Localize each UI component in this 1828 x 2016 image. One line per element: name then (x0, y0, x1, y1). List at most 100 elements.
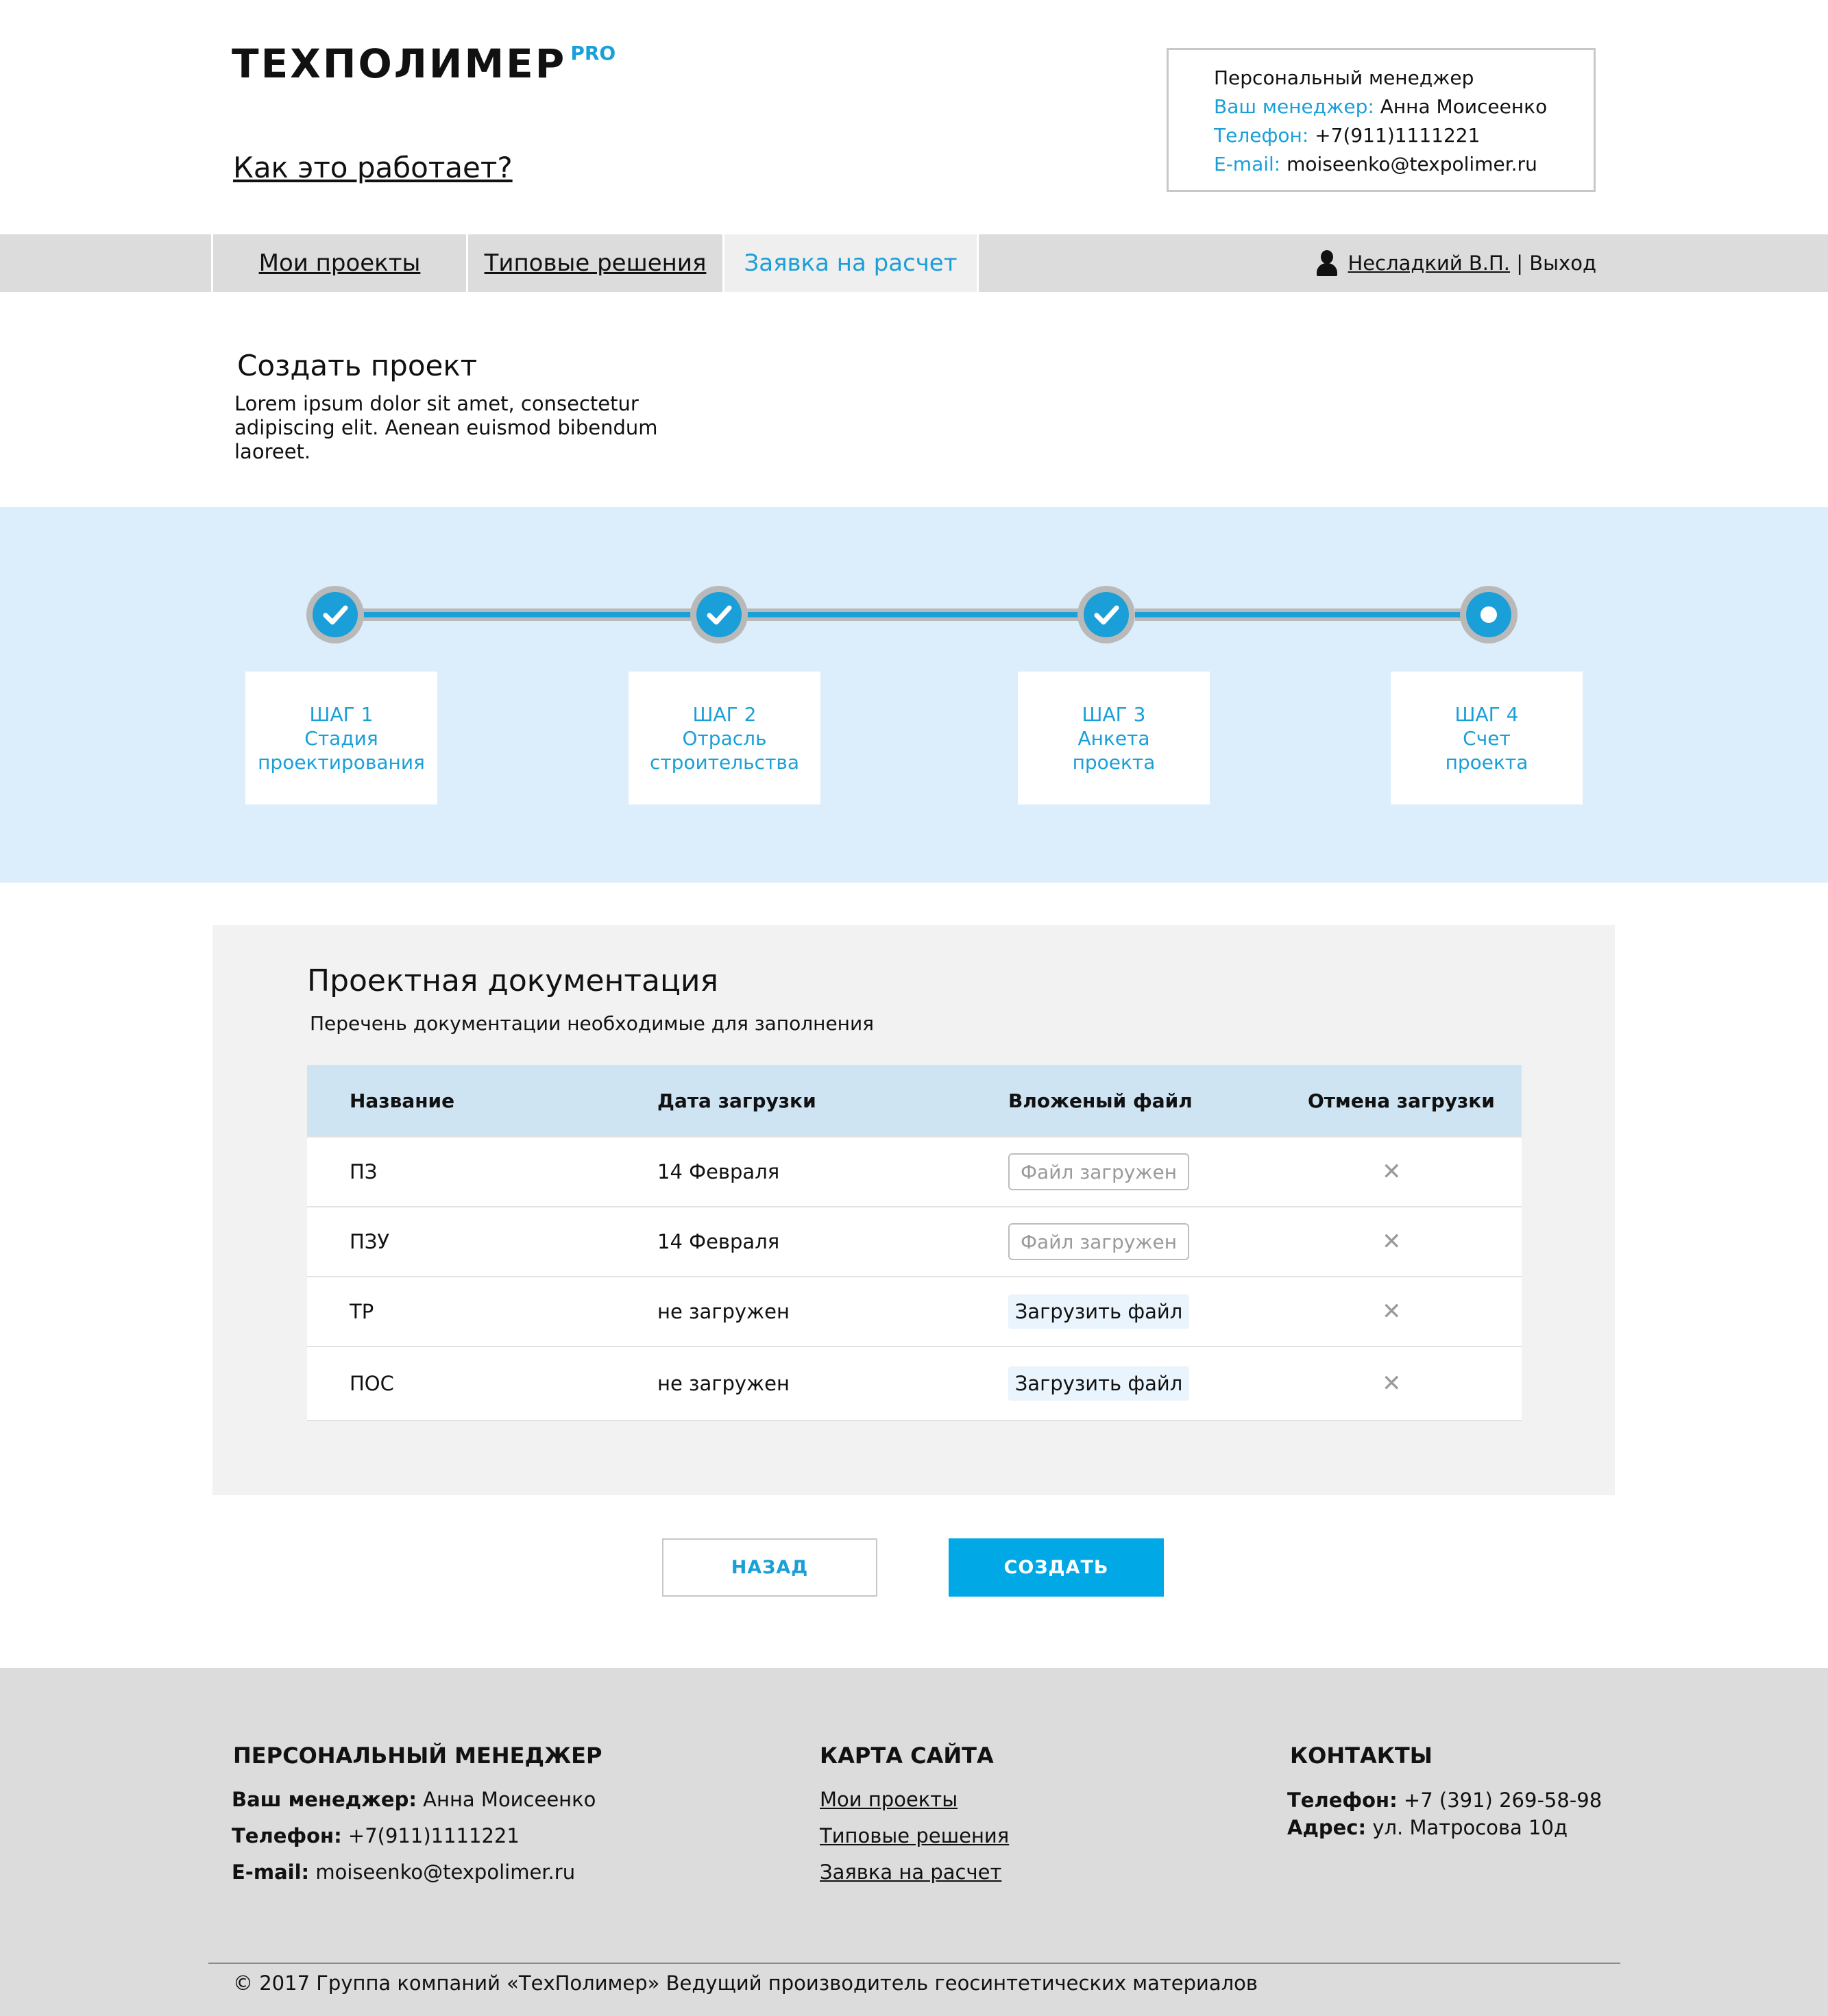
doc-name: ПОС (350, 1372, 394, 1395)
column-header-date: Дата загрузки (657, 1089, 816, 1112)
column-header-name: Название (350, 1089, 455, 1112)
logout-link[interactable]: Выход (1529, 251, 1596, 275)
user-name-link[interactable]: Несладкий В.П. (1348, 251, 1511, 275)
step-label: Стадия (304, 726, 378, 750)
cancel-upload-icon[interactable]: ✕ (1382, 1158, 1402, 1185)
manager-box-title: Персональный менеджер (1214, 66, 1474, 89)
step-1-indicator[interactable] (306, 586, 364, 643)
step-number: ШАГ 2 (692, 702, 757, 726)
upload-file-button[interactable]: Загрузить файл (1008, 1294, 1189, 1329)
step-3-indicator[interactable] (1077, 586, 1135, 643)
logo-pro-badge: PRO (570, 42, 616, 64)
create-button[interactable]: СОЗДАТЬ (949, 1538, 1164, 1597)
column-header-cancel: Отмена загрузки (1308, 1089, 1495, 1112)
personal-manager-box: Персональный менеджер Ваш менеджер: Анна… (1167, 48, 1596, 192)
footer-link-calculation-request[interactable]: Заявка на расчет (820, 1860, 1001, 1884)
footer-manager-row: Ваш менеджер: Анна Моисеенко (232, 1782, 596, 1818)
step-4-indicator[interactable] (1460, 586, 1518, 643)
phone-label: Телефон: (1214, 124, 1309, 147)
step-connector (1135, 609, 1471, 621)
footer-phone-row: Телефон: +7(911)1111221 (232, 1818, 596, 1854)
doc-name: ПЗУ (350, 1230, 390, 1253)
footer-divider (208, 1963, 1620, 1964)
tab-label: Типовые решения (484, 249, 707, 277)
back-button[interactable]: НАЗАД (662, 1538, 877, 1597)
step-connector (363, 609, 696, 621)
column-header-file: Вложеный файл (1008, 1089, 1193, 1112)
footer-contacts-info: Телефон: +7 (391) 269-58-98 Адрес: ул. М… (1287, 1786, 1602, 1841)
file-cell: Загрузить файл (1008, 1347, 1189, 1420)
current-step-dot-icon (1480, 606, 1497, 623)
footer-label: Адрес: (1287, 1816, 1367, 1839)
doc-date: не загружен (657, 1372, 790, 1395)
file-cell: Файл загружен (1008, 1138, 1189, 1206)
logo[interactable]: ТЕХПОЛИМЕР PRO (232, 40, 616, 88)
tab-typical-solutions[interactable]: Типовые решения (466, 234, 722, 292)
footer-value: +7(911)1111221 (348, 1824, 520, 1847)
page-title: Создать проект (237, 349, 478, 382)
documentation-subtitle: Перечень документации необходимые для за… (310, 1012, 875, 1035)
table-row: ПОС не загружен Загрузить файл ✕ (307, 1346, 1522, 1421)
footer-link-typical-solutions[interactable]: Типовые решения (820, 1824, 1009, 1847)
file-cell: Файл загружен (1008, 1207, 1189, 1276)
user-icon (1315, 250, 1339, 276)
file-loaded-field[interactable]: Файл загружен (1008, 1153, 1189, 1190)
step-card-3[interactable]: ШАГ 3 Анкета проекта (1018, 672, 1210, 804)
cancel-upload-icon[interactable]: ✕ (1382, 1298, 1402, 1325)
footer-link-my-projects[interactable]: Мои проекты (820, 1788, 958, 1811)
step-2-indicator[interactable] (690, 586, 748, 643)
footer-label: E-mail: (232, 1860, 310, 1884)
footer-sitemap-heading: КАРТА САЙТА (820, 1743, 994, 1769)
email-value[interactable]: moiseenko@texpolimer.ru (1287, 153, 1537, 175)
step-label: проекта (1445, 750, 1528, 774)
table-row: ПЗ 14 Февраля Файл загружен ✕ (307, 1136, 1522, 1206)
step-label: проектирования (258, 750, 425, 774)
how-it-works-link[interactable]: Как это работает? (233, 151, 513, 185)
doc-name: ТР (350, 1300, 374, 1323)
documents-table: Название Дата загрузки Вложеный файл Отм… (307, 1065, 1522, 1421)
manager-value: Анна Моисеенко (1380, 95, 1548, 118)
email-row: E-mail: moiseenko@texpolimer.ru (1214, 150, 1594, 179)
tab-label: Мои проекты (258, 249, 421, 277)
check-icon (323, 605, 348, 625)
footer-label: Телефон: (232, 1824, 342, 1847)
cancel-cell: ✕ (1382, 1207, 1402, 1276)
doc-date: 14 Февраля (657, 1230, 780, 1253)
user-area: Несладкий В.П. | Выход (1315, 234, 1596, 292)
manager-row: Ваш менеджер: Анна Моисеенко (1214, 93, 1594, 121)
step-number: ШАГ 3 (1082, 702, 1146, 726)
step-label: строительства (649, 750, 800, 774)
tab-my-projects[interactable]: Мои проекты (211, 234, 466, 292)
file-loaded-field[interactable]: Файл загружен (1008, 1223, 1189, 1260)
step-card-2[interactable]: ШАГ 2 Отрасль строительства (629, 672, 820, 804)
phone-row: Телефон: +7(911)1111221 (1214, 121, 1594, 150)
check-icon (707, 605, 732, 625)
cancel-cell: ✕ (1382, 1277, 1402, 1346)
cancel-upload-icon[interactable]: ✕ (1382, 1228, 1402, 1255)
tab-calculation-request[interactable]: Заявка на расчет (722, 234, 979, 292)
page-description: Lorem ipsum dolor sit amet, consectetur … (234, 392, 658, 463)
step-label: Отрасль (682, 726, 767, 750)
step-card-1[interactable]: ШАГ 1 Стадия проектирования (245, 672, 437, 804)
footer-value[interactable]: moiseenko@texpolimer.ru (315, 1860, 575, 1884)
cancel-cell: ✕ (1382, 1347, 1402, 1420)
footer-label: Телефон: (1287, 1788, 1398, 1812)
step-label: Счет (1463, 726, 1511, 750)
check-icon (1094, 605, 1119, 625)
cancel-upload-icon[interactable]: ✕ (1382, 1370, 1402, 1397)
footer-sitemap-links: Мои проекты Типовые решения Заявка на ра… (820, 1782, 1009, 1891)
separator: | (1510, 251, 1530, 275)
doc-date: 14 Февраля (657, 1160, 780, 1183)
step-card-4[interactable]: ШАГ 4 Счет проекта (1391, 672, 1583, 804)
upload-file-button[interactable]: Загрузить файл (1008, 1366, 1189, 1401)
footer-value: ул. Матросова 10д (1372, 1816, 1568, 1839)
copyright: © 2017 Группа компаний «ТехПолимер» Веду… (233, 1971, 1258, 1995)
tab-label: Заявка на расчет (744, 249, 958, 277)
footer-contact-address: Адрес: ул. Матросова 10д (1287, 1814, 1602, 1841)
cancel-cell: ✕ (1382, 1138, 1402, 1206)
footer-email-row: E-mail: moiseenko@texpolimer.ru (232, 1854, 596, 1891)
step-label: проекта (1072, 750, 1156, 774)
table-row: ТР не загружен Загрузить файл ✕ (307, 1276, 1522, 1346)
file-cell: Загрузить файл (1008, 1277, 1189, 1346)
step-number: ШАГ 1 (309, 702, 374, 726)
